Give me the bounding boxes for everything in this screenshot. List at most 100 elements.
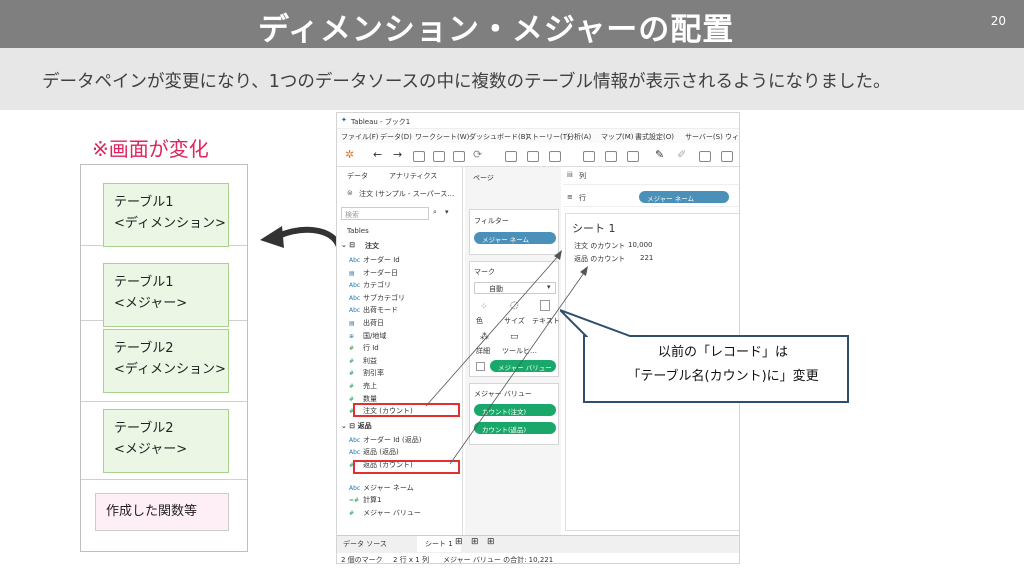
globe-icon: ⊕ [349, 332, 355, 340]
pause-icon[interactable] [453, 151, 465, 162]
refresh-icon[interactable]: ⟳ [473, 148, 482, 161]
field-row[interactable]: # 行 Id [349, 343, 379, 355]
field-row[interactable]: # メジャー バリュー [349, 508, 421, 520]
field-name: 利益 [363, 356, 377, 365]
number-field-icon: # [349, 509, 355, 517]
number-field-icon: # [349, 370, 355, 378]
rows-shelf[interactable]: ≡ 行 メジャー ネーム [563, 189, 739, 207]
label-icon[interactable] [699, 151, 711, 162]
field-name: カテゴリ [363, 281, 391, 290]
callout-line: 「テーブル名(カウント)に」変更 [627, 369, 819, 384]
field-name: メジャー バリュー [363, 508, 421, 517]
field-row[interactable]: ▤ オーダー日 [349, 268, 398, 280]
duplicate-icon[interactable] [527, 151, 539, 162]
back-icon[interactable]: ← [373, 148, 382, 161]
subtitle-bar: データペインが変更になり、1つのデータソースの中に複数のテーブル情報が表示される… [0, 48, 1024, 110]
field-row[interactable]: Abc メジャー ネーム [349, 483, 414, 495]
new-story-tab-icon[interactable]: ⊞ [487, 537, 495, 547]
menu-server[interactable]: サーバー(S) [685, 132, 723, 142]
columns-shelf[interactable]: iii 列 [563, 167, 739, 185]
field-name: 数量 [363, 394, 377, 403]
arrow-head-icon [554, 250, 562, 260]
tab-datasource[interactable]: データ ソース [343, 536, 387, 552]
field-name: 出荷モード [363, 306, 398, 315]
field-row[interactable]: =# 計算1 [349, 495, 381, 507]
text-field-icon: Abc [349, 484, 361, 492]
field-row[interactable]: Abc カテゴリ [349, 280, 391, 292]
fit-icon[interactable] [721, 151, 733, 162]
callout-line: 以前の「レコード」は [657, 345, 788, 360]
forward-icon[interactable]: → [393, 148, 402, 161]
field-row[interactable]: # 売上 [349, 381, 377, 393]
divider [81, 479, 247, 480]
clear-icon[interactable] [549, 151, 561, 162]
menu-file[interactable]: ファイル(F) [341, 132, 379, 142]
box-line: <ディメンション> [114, 216, 226, 231]
datasource-name[interactable]: 注文 (サンプル - スーパース… [359, 189, 454, 199]
menu-analysis[interactable]: 分析(A) [567, 132, 591, 142]
search-placeholder: 検索 [345, 211, 359, 219]
field-row[interactable]: Abc オーダー Id (返品) [349, 435, 421, 447]
search-input[interactable]: 検索 [341, 207, 429, 220]
field-row[interactable]: # 利益 [349, 356, 377, 368]
field-name: 計算1 [363, 496, 382, 505]
sort-asc-icon[interactable] [605, 151, 617, 162]
field-name: 行 Id [363, 344, 379, 353]
field-row[interactable]: Abc 出荷モード [349, 305, 398, 317]
columns-icon: iii [567, 171, 573, 179]
table-expand-icon[interactable]: ⌄ ⊟ [341, 241, 355, 249]
text-field-icon: Abc [349, 436, 361, 444]
highlight-icon[interactable]: ✎ [655, 148, 664, 161]
box-line: テーブル2 [114, 341, 174, 356]
annotate-icon[interactable]: ✐ [677, 148, 686, 161]
field-row[interactable]: Abc オーダー Id [349, 255, 400, 267]
save-icon[interactable] [413, 151, 425, 162]
new-datasource-icon[interactable] [433, 151, 445, 162]
menu-worksheet[interactable]: ワークシート(W) [415, 132, 469, 142]
menu-format[interactable]: 書式設定(O) [635, 132, 674, 142]
tableau-logo-icon: ✦ [341, 116, 347, 124]
table1-name[interactable]: 注文 [365, 241, 379, 251]
slide-title: ディメンション・メジャーの配置 [258, 12, 735, 48]
field-row[interactable]: ▤ 出荷日 [349, 318, 384, 330]
field-row[interactable]: # 割引率 [349, 368, 384, 380]
field-name: 返品 (返品) [363, 448, 399, 457]
sheet-title: シート 1 [572, 222, 616, 235]
new-sheet-tab-icon[interactable]: ⊞ [455, 537, 463, 547]
table1-dimension-box: テーブル1 <ディメンション> [103, 183, 229, 247]
toolbar: ✲ ← → ⟳ ✎ ✐ [337, 145, 739, 167]
field-row[interactable]: Abc サブカテゴリ [349, 293, 405, 305]
datasource-icon: ⊜ [347, 189, 353, 197]
swap-icon[interactable] [583, 151, 595, 162]
text-field-icon: Abc [349, 282, 361, 290]
number-field-icon: # [349, 395, 355, 403]
box-line: テーブル1 [114, 195, 174, 210]
menu-dashboard[interactable]: ダッシュボード(B) [469, 132, 528, 142]
menu-story[interactable]: ストーリー(T) [525, 132, 570, 142]
tab-data[interactable]: データ [347, 171, 368, 181]
field-name: 国/地域 [363, 331, 387, 340]
number-field-icon: # [349, 357, 355, 365]
new-sheet-icon[interactable] [505, 151, 517, 162]
tableau-home-icon[interactable]: ✲ [345, 148, 354, 161]
text-field-icon: Abc [349, 449, 361, 457]
box-line: <メジャー> [114, 442, 188, 457]
search-icon[interactable]: ⌕ [433, 208, 437, 217]
menu-bar: ファイル(F) データ(D) ワークシート(W) ダッシュボード(B) ストーリ… [337, 129, 739, 143]
rows-icon: ≡ [567, 193, 573, 201]
number-field-icon: # [349, 383, 355, 390]
box-line: <ディメンション> [114, 362, 226, 377]
menu-map[interactable]: マップ(M) [601, 132, 634, 142]
filter-fields-icon[interactable]: ▾ [445, 208, 449, 216]
columns-label: 列 [579, 172, 586, 180]
sort-desc-icon[interactable] [627, 151, 639, 162]
field-row[interactable]: ⊕ 国/地域 [349, 331, 386, 343]
field-row[interactable]: Abc 返品 (返品) [349, 447, 399, 459]
curved-arrow-icon [260, 226, 343, 253]
menu-window[interactable]: ウィン [725, 132, 739, 142]
rows-pill[interactable]: メジャー ネーム [639, 191, 729, 203]
table2-header[interactable]: ⌄ ⊟ 返品 [341, 421, 372, 433]
new-dashboard-tab-icon[interactable]: ⊞ [471, 537, 479, 547]
tab-analytics[interactable]: アナリティクス [389, 171, 437, 181]
menu-data[interactable]: データ(D) [380, 132, 412, 142]
